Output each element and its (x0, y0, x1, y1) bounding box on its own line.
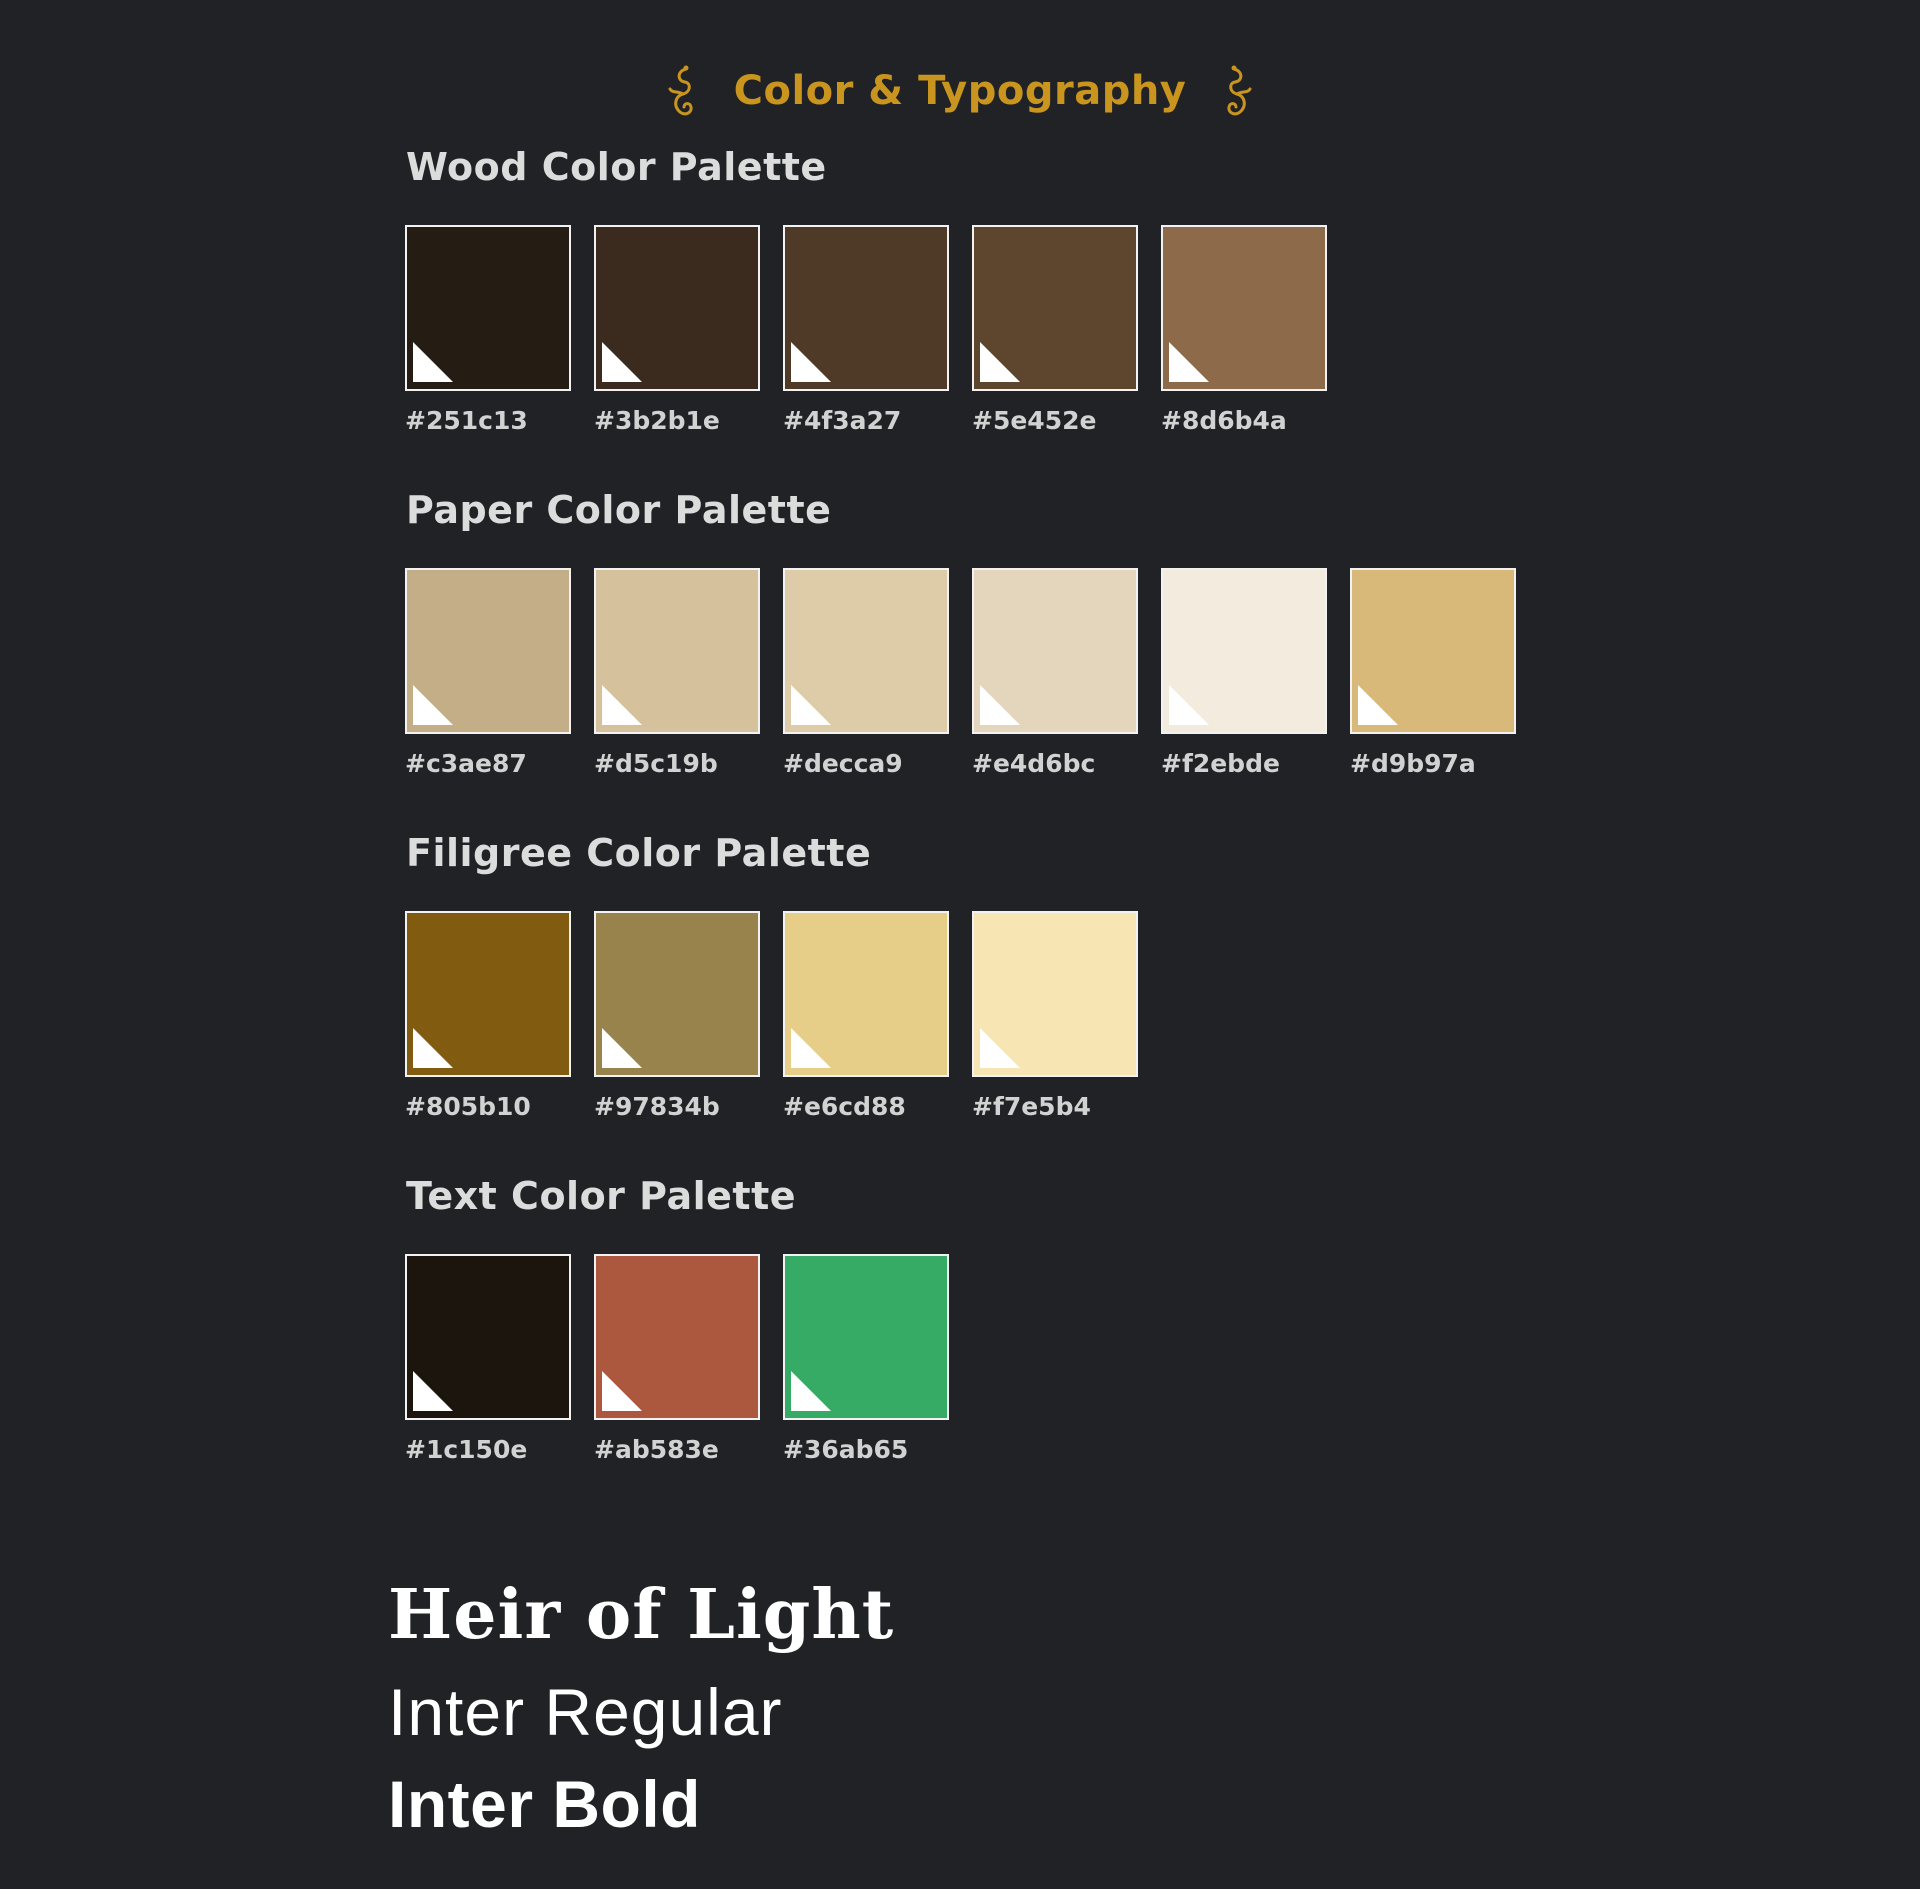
wood-palette-swatches: #251c13 #3b2b1e #4f3a27 #5e452e #8d6b4a (405, 225, 1327, 437)
corner-triangle-icon (791, 685, 831, 725)
corner-triangle-icon (602, 685, 642, 725)
swatch-hex-label: #d9b97a (1350, 749, 1476, 778)
color-swatch (972, 568, 1138, 734)
color-swatch (972, 225, 1138, 391)
swatch-item: #d5c19b (594, 568, 760, 780)
swatch-item: #251c13 (405, 225, 571, 437)
swatch-item: #97834b (594, 911, 760, 1123)
corner-triangle-icon (791, 1371, 831, 1411)
swatch-item: #36ab65 (783, 1254, 949, 1466)
filigree-palette-title: Filigree Color Palette (406, 831, 872, 875)
swatch-hex-label: #251c13 (405, 406, 528, 435)
corner-triangle-icon (602, 342, 642, 382)
paper-palette-swatches: #c3ae87 #d5c19b #decca9 #e4d6bc #f2ebde #d9b9… (405, 568, 1516, 780)
filigree-palette-swatches: #805b10 #97834b #e6cd88 #f7e5b4 (405, 911, 1138, 1123)
swatch-item: #805b10 (405, 911, 571, 1123)
color-swatch (594, 225, 760, 391)
swatch-item: #e4d6bc (972, 568, 1138, 780)
corner-triangle-icon (791, 1028, 831, 1068)
swatch-hex-label: #3b2b1e (594, 406, 720, 435)
color-swatch (405, 911, 571, 1077)
swatch-hex-label: #f7e5b4 (972, 1092, 1091, 1121)
swatch-hex-label: #1c150e (405, 1435, 528, 1464)
page-title: Color & Typography (733, 68, 1187, 114)
filigree-flourish-icon (1227, 65, 1252, 116)
swatch-item: #f7e5b4 (972, 911, 1138, 1123)
swatch-hex-label: #36ab65 (783, 1435, 909, 1464)
color-swatch (783, 1254, 949, 1420)
swatch-hex-label: #5e452e (972, 406, 1097, 435)
color-swatch (783, 225, 949, 391)
corner-triangle-icon (1169, 342, 1209, 382)
regular-typography-sample: Inter Regular (388, 1675, 783, 1749)
swatch-item: #ab583e (594, 1254, 760, 1466)
swatch-item: #e6cd88 (783, 911, 949, 1123)
corner-triangle-icon (1358, 685, 1398, 725)
swatch-item: #4f3a27 (783, 225, 949, 437)
color-swatch (594, 911, 760, 1077)
corner-triangle-icon (602, 1028, 642, 1068)
filigree-flourish-icon (668, 65, 693, 116)
color-swatch (1161, 225, 1327, 391)
swatch-hex-label: #e6cd88 (783, 1092, 906, 1121)
swatch-item: #1c150e (405, 1254, 571, 1466)
swatch-hex-label: #97834b (594, 1092, 720, 1121)
bold-typography-sample: Inter Bold (388, 1767, 701, 1841)
wood-palette-title: Wood Color Palette (406, 145, 827, 189)
color-swatch (594, 568, 760, 734)
swatch-item: #d9b97a (1350, 568, 1516, 780)
corner-triangle-icon (791, 342, 831, 382)
swatch-hex-label: #ab583e (594, 1435, 719, 1464)
swatch-hex-label: #e4d6bc (972, 749, 1096, 778)
color-swatch (972, 911, 1138, 1077)
swatch-hex-label: #decca9 (783, 749, 903, 778)
corner-triangle-icon (413, 1028, 453, 1068)
text-palette-title: Text Color Palette (406, 1174, 797, 1218)
color-swatch (405, 1254, 571, 1420)
color-swatch (783, 911, 949, 1077)
color-swatch (1350, 568, 1516, 734)
page-header: Color & Typography (0, 58, 1920, 124)
corner-triangle-icon (1169, 685, 1209, 725)
swatch-item: #5e452e (972, 225, 1138, 437)
swatch-hex-label: #f2ebde (1161, 749, 1280, 778)
swatch-hex-label: #8d6b4a (1161, 406, 1287, 435)
corner-triangle-icon (413, 1371, 453, 1411)
color-swatch (405, 568, 571, 734)
color-swatch (1161, 568, 1327, 734)
color-swatch (783, 568, 949, 734)
swatch-hex-label: #805b10 (405, 1092, 531, 1121)
swatch-hex-label: #d5c19b (594, 749, 718, 778)
color-swatch (405, 225, 571, 391)
swatch-item: #decca9 (783, 568, 949, 780)
corner-triangle-icon (413, 685, 453, 725)
paper-palette-title: Paper Color Palette (406, 488, 832, 532)
swatch-item: #3b2b1e (594, 225, 760, 437)
swatch-item: #8d6b4a (1161, 225, 1327, 437)
corner-triangle-icon (602, 1371, 642, 1411)
corner-triangle-icon (980, 685, 1020, 725)
swatch-item: #f2ebde (1161, 568, 1327, 780)
text-palette-swatches: #1c150e #ab583e #36ab65 (405, 1254, 949, 1466)
color-swatch (594, 1254, 760, 1420)
swatch-hex-label: #c3ae87 (405, 749, 527, 778)
swatch-hex-label: #4f3a27 (783, 406, 902, 435)
serif-typography-sample: Heir of Light (388, 1575, 895, 1655)
corner-triangle-icon (413, 342, 453, 382)
swatch-item: #c3ae87 (405, 568, 571, 780)
corner-triangle-icon (980, 342, 1020, 382)
corner-triangle-icon (980, 1028, 1020, 1068)
